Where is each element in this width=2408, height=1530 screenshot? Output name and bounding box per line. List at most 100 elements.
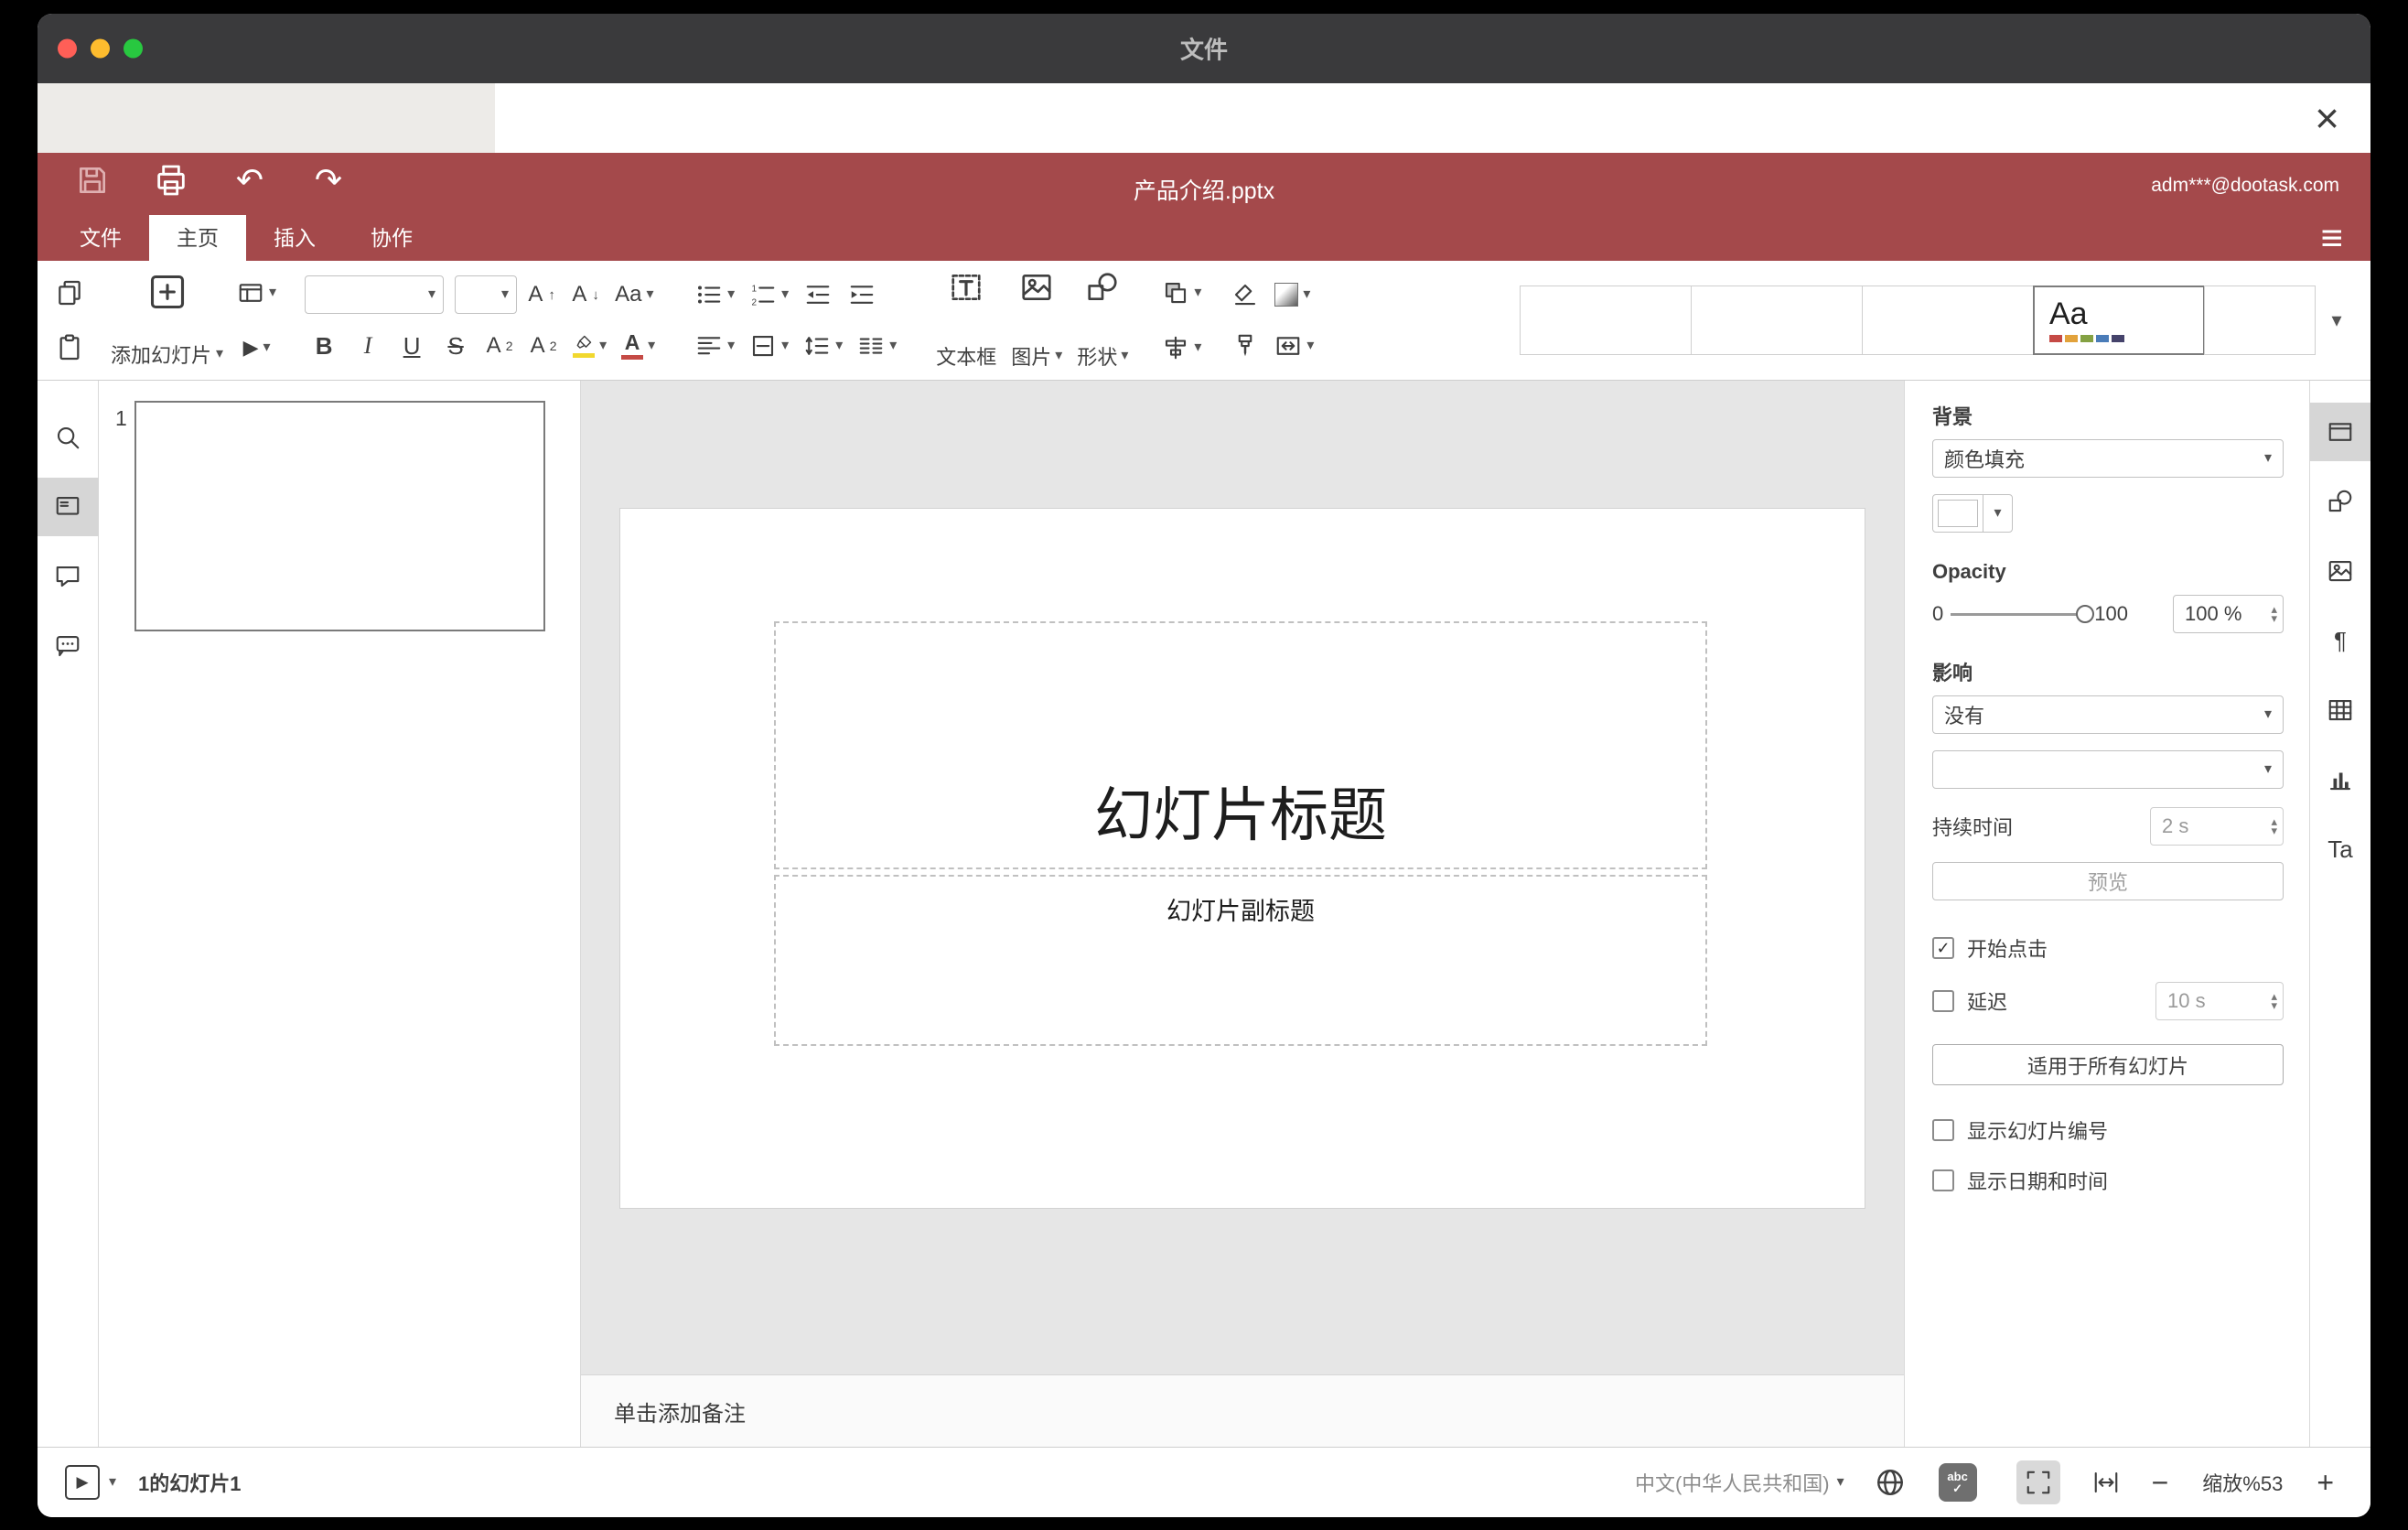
- language-select[interactable]: 中文(中华人民共和国) ▾: [1635, 1468, 1844, 1497]
- tab-insert[interactable]: 插入: [246, 215, 343, 261]
- highlight-color-button[interactable]: ▾: [568, 325, 611, 367]
- subscript-button[interactable]: A2: [524, 325, 563, 367]
- slide-layout-button[interactable]: ▾: [232, 272, 281, 314]
- apply-to-all-button[interactable]: 适用于所有幻灯片: [1932, 1044, 2284, 1085]
- increase-indent-button[interactable]: [843, 274, 881, 316]
- chevron-down-icon: ▾: [889, 338, 898, 353]
- effect-select[interactable]: 没有 ▾: [1932, 695, 2284, 734]
- notes-area[interactable]: 单击添加备注: [581, 1374, 1904, 1447]
- columns-button[interactable]: ▾: [853, 325, 901, 367]
- slides-panel-button[interactable]: [38, 478, 99, 536]
- undo-button[interactable]: ↶: [230, 160, 270, 200]
- minimize-traffic-button[interactable]: [91, 38, 110, 59]
- paste-button[interactable]: [50, 327, 89, 369]
- theme-tile-selected[interactable]: Aa: [2033, 286, 2205, 355]
- fullscreen-traffic-button[interactable]: [124, 38, 143, 59]
- underline-button[interactable]: U: [392, 325, 431, 367]
- chevron-down-icon: ▾: [2263, 706, 2272, 722]
- insert-image-button[interactable]: 图片 ▾: [1004, 268, 1070, 372]
- opacity-value-input[interactable]: 100 % ▴ ▾: [2173, 595, 2284, 633]
- zoom-out-button[interactable]: −: [2152, 1466, 2169, 1500]
- tab-collaboration[interactable]: 协作: [343, 215, 440, 261]
- start-slideshow-button[interactable]: ▶ ▾: [232, 327, 281, 369]
- redo-button[interactable]: ↷: [308, 160, 349, 200]
- arrange-shape-button[interactable]: ▾: [1157, 272, 1206, 314]
- opacity-slider[interactable]: [1951, 604, 2095, 624]
- decrease-indent-button[interactable]: [799, 274, 837, 316]
- chart-settings-button[interactable]: [2310, 750, 2371, 809]
- insert-shape-button[interactable]: 形状 ▾: [1070, 268, 1135, 372]
- insert-textbox-button[interactable]: 文本框: [929, 268, 1004, 372]
- show-slide-number-checkbox[interactable]: ✓: [1932, 1119, 1954, 1141]
- shape-settings-button[interactable]: [2310, 472, 2371, 531]
- search-panel-button[interactable]: [38, 408, 99, 467]
- slide-surface[interactable]: 幻灯片标题 幻灯片副标题: [620, 509, 1865, 1208]
- fit-to-slide-button[interactable]: [2016, 1460, 2060, 1504]
- start-on-click-checkbox[interactable]: ✓: [1932, 937, 1954, 959]
- title-placeholder[interactable]: 幻灯片标题: [774, 621, 1707, 869]
- textart-settings-button[interactable]: Ta: [2310, 820, 2371, 878]
- hamburger-menu-icon[interactable]: ≡: [2320, 219, 2343, 257]
- theme-tile[interactable]: [1691, 286, 1863, 355]
- zoom-in-button[interactable]: +: [2317, 1466, 2334, 1500]
- chat-panel-button[interactable]: [38, 617, 99, 675]
- font-color-button[interactable]: A ▾: [617, 325, 660, 367]
- copy-button[interactable]: [50, 272, 89, 314]
- subtitle-placeholder[interactable]: 幻灯片副标题: [774, 875, 1707, 1046]
- horizontal-align-button[interactable]: ▾: [691, 325, 739, 367]
- image-settings-button[interactable]: [2310, 542, 2371, 600]
- align-shape-button[interactable]: ▾: [1157, 327, 1206, 369]
- theme-tile[interactable]: [1520, 286, 1692, 355]
- effect-option-select[interactable]: ▾: [1932, 750, 2284, 789]
- superscript-button[interactable]: A2: [480, 325, 519, 367]
- slide-size-button[interactable]: ▾: [1270, 325, 1318, 367]
- start-slideshow-status-button[interactable]: ▶: [65, 1465, 100, 1500]
- duration-input[interactable]: 2 s ▴ ▾: [2150, 807, 2284, 846]
- show-datetime-checkbox[interactable]: ✓: [1932, 1169, 1954, 1191]
- spinner-arrows[interactable]: ▴ ▾: [2271, 602, 2277, 624]
- chevron-down-icon[interactable]: ▾: [109, 1475, 116, 1490]
- spellcheck-button[interactable]: abc ✓: [1936, 1460, 1980, 1504]
- fill-color-button[interactable]: ▾: [1270, 274, 1315, 316]
- bold-button[interactable]: B: [305, 325, 343, 367]
- add-slide-button[interactable]: 添加幻灯片 ▾: [102, 268, 232, 372]
- preview-button[interactable]: 预览: [1932, 862, 2284, 900]
- spinner-arrows[interactable]: ▴ ▾: [2271, 814, 2277, 836]
- delay-input[interactable]: 10 s ▴ ▾: [2155, 982, 2284, 1020]
- paragraph-settings-button[interactable]: ¶: [2310, 611, 2371, 670]
- theme-tile[interactable]: [2204, 286, 2316, 355]
- document-language-button[interactable]: [1868, 1460, 1912, 1504]
- theme-gallery-expand-button[interactable]: ▾: [2316, 286, 2358, 355]
- tab-home[interactable]: 主页: [149, 215, 246, 261]
- line-spacing-button[interactable]: ▾: [799, 325, 847, 367]
- change-case-button[interactable]: Aa ▾: [610, 274, 658, 316]
- close-icon[interactable]: ×: [2315, 97, 2339, 139]
- background-fill-select[interactable]: 颜色填充 ▾: [1932, 439, 2284, 478]
- decrease-font-button[interactable]: A ↓: [566, 274, 605, 316]
- font-name-select[interactable]: ▾: [305, 275, 445, 314]
- slide-settings-button[interactable]: [2309, 403, 2370, 461]
- slider-knob[interactable]: [2076, 605, 2095, 623]
- strikethrough-button[interactable]: S: [436, 325, 475, 367]
- fit-to-width-button[interactable]: [2084, 1460, 2128, 1504]
- comments-panel-button[interactable]: [38, 547, 99, 606]
- vertical-align-button[interactable]: ▾: [745, 325, 793, 367]
- spinner-arrows[interactable]: ▴ ▾: [2271, 989, 2277, 1011]
- table-settings-button[interactable]: [2310, 681, 2371, 739]
- font-size-select[interactable]: ▾: [455, 275, 518, 314]
- close-traffic-button[interactable]: [58, 38, 77, 59]
- tab-file[interactable]: 文件: [52, 215, 149, 261]
- slide-canvas[interactable]: 幻灯片标题 幻灯片副标题: [581, 381, 1904, 1374]
- background-color-picker[interactable]: ▾: [1932, 494, 2013, 533]
- bullets-button[interactable]: ▾: [691, 274, 739, 316]
- italic-button[interactable]: I: [349, 325, 387, 367]
- save-button[interactable]: [72, 160, 113, 200]
- theme-tile[interactable]: [1862, 286, 2034, 355]
- print-button[interactable]: [151, 160, 191, 200]
- increase-font-button[interactable]: A ↑: [522, 274, 561, 316]
- numbering-button[interactable]: 12 ▾: [745, 274, 793, 316]
- slide-thumbnail[interactable]: [134, 401, 545, 631]
- delay-checkbox[interactable]: ✓: [1932, 990, 1954, 1012]
- clear-style-button[interactable]: [1226, 274, 1264, 316]
- copy-style-button[interactable]: [1226, 325, 1264, 367]
